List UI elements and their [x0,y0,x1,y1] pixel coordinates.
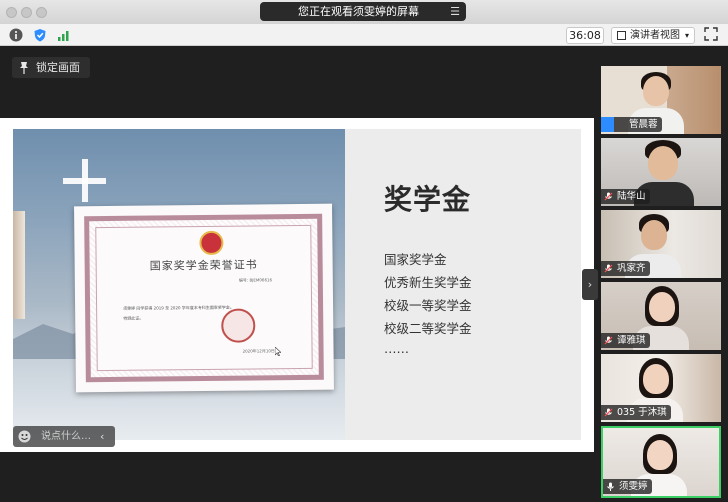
zoom-window-button[interactable] [36,7,47,18]
participant-nameplate: 035 于沐琪 [601,405,671,420]
participant-video-tile[interactable]: 035 于沐琪 [601,354,721,422]
mic-muted-icon [604,264,613,273]
participant-name: 陆华山 [617,191,646,202]
participant-name: 巩家齐 [617,263,646,274]
close-window-button[interactable] [6,7,17,18]
slide-list-item: …… [384,341,409,356]
slide-text-panel: 奖学金 国家奖学金 优秀新生奖学金 校级一等奖学金 校级二等奖学金 …… [345,129,581,440]
participant-nameplate: 须雯婷 [603,479,652,494]
participant-face [643,76,669,106]
window-titlebar: 您正在观看须雯婷的屏幕 ☰ [0,0,728,24]
mic-muted-icon [604,408,613,417]
mic-icon [607,482,614,491]
participant-video-tile[interactable]: 陆华山 [601,138,721,206]
slide-list-item: 校级二等奖学金 [384,321,472,336]
chat-input[interactable]: 说点什么… ‹ [13,426,115,447]
emoji-icon[interactable] [18,430,31,443]
slide-list-item: 国家奖学金 [384,252,447,267]
partial-certificate [13,211,25,319]
menu-icon[interactable]: ☰ [450,2,460,21]
view-button-label: 演讲者视图 [630,30,680,41]
participant-video-tile[interactable]: 巩家齐 [601,210,721,278]
participant-nameplate: 巩家齐 [601,261,650,276]
lock-view-label: 锁定画面 [36,61,80,74]
host-badge-icon [601,117,614,132]
info-icon[interactable] [9,28,23,42]
participant-name: 管晨蓉 [629,119,658,130]
meeting-toolbar: 36:08 演讲者视图 ▾ [0,24,728,46]
participant-nameplate: 谭雅琪 [601,333,650,348]
participant-face [643,364,669,394]
participant-nameplate: 管晨蓉 [601,117,662,132]
speaker-view-button[interactable]: 演讲者视图 ▾ [611,27,695,44]
national-emblem-icon [199,230,224,256]
participant-name: 谭雅琪 [617,335,646,346]
participant-name: 035 于沐琪 [617,407,667,418]
collapse-chat-icon[interactable]: ‹ [100,426,104,447]
slide-title: 奖学金 [384,183,472,216]
meeting-timer: 36:08 [566,27,604,44]
active-speaker-video-tile[interactable]: 须雯婷 [601,426,721,498]
minimize-window-button[interactable] [21,7,32,18]
official-seal [221,308,256,343]
screen-share-banner[interactable]: 您正在观看须雯婷的屏幕 ☰ [260,2,466,21]
signal-strength-icon[interactable] [57,28,71,42]
certificate-date: 2020年12月10日 [242,348,275,354]
participant-video-tile[interactable]: 管晨蓉 [601,66,721,134]
fullscreen-icon[interactable] [704,27,718,41]
shield-icon[interactable] [33,28,47,42]
participant-video-tile[interactable]: 谭雅琪 [601,282,721,350]
mouse-cursor-icon [275,347,281,356]
lock-view-button[interactable]: 锁定画面 [12,57,90,78]
participant-name: 须雯婷 [619,481,648,492]
share-banner-text: 您正在观看须雯婷的屏幕 [298,5,419,18]
participant-face [648,146,678,180]
mic-muted-icon [604,192,613,201]
certificate-photo: 国家奖学金荣誉证书 编号: BJEM06616 须雯婷 同学获得 2019 至 … [13,129,345,440]
plus-decoration-vertical [82,159,88,202]
mic-muted-icon [604,336,613,345]
participant-gallery: 管晨蓉 陆华山 巩家齐 谭雅琪 035 于沐琪 须雯婷 [598,60,728,502]
sidebar-toggle-button[interactable]: › [582,269,598,300]
slide-list-item: 校级一等奖学金 [384,298,472,313]
participant-face [641,220,667,250]
slide-list-item: 优秀新生奖学金 [384,275,472,290]
chat-placeholder: 说点什么… [41,431,91,442]
certificate-body-2: 特颁此证。 [123,315,144,321]
chevron-down-icon: ▾ [684,31,689,40]
certificate-border: 国家奖学金荣誉证书 编号: BJEM06616 须雯婷 同学获得 2019 至 … [84,213,324,383]
scholarship-certificate: 国家奖学金荣誉证书 编号: BJEM06616 须雯婷 同学获得 2019 至 … [74,203,334,393]
certificate-body: 须雯婷 同学获得 2019 至 2020 学年度本专科生国家奖学金。 [123,304,234,311]
pin-icon [20,62,28,74]
participant-face [649,292,675,322]
shared-slide: 国家奖学金荣誉证书 编号: BJEM06616 须雯婷 同学获得 2019 至 … [0,118,594,452]
participant-nameplate: 陆华山 [601,189,650,204]
certificate-number: 编号: BJEM06616 [238,277,273,283]
certificate-title: 国家奖学金荣誉证书 [149,258,258,273]
participant-face [647,440,673,470]
layout-icon [617,31,626,40]
